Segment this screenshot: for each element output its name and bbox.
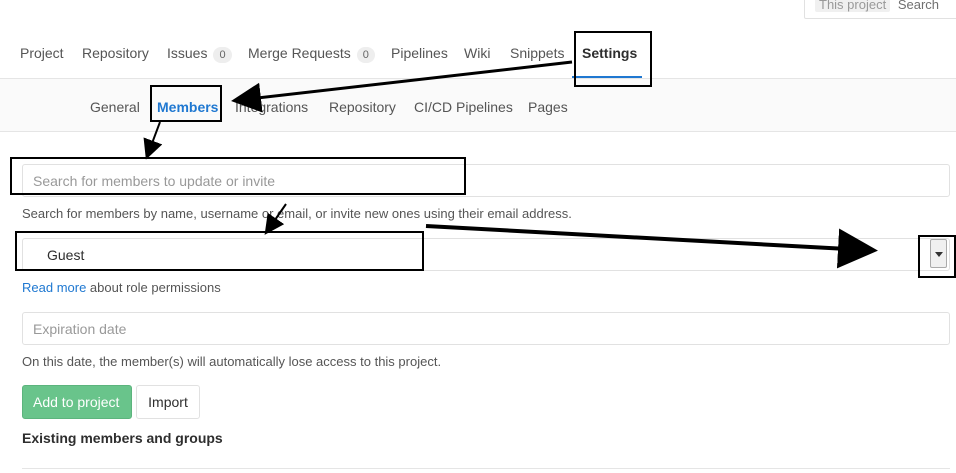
- add-to-project-button[interactable]: Add to project: [22, 385, 132, 419]
- member-search-help: Search for members by name, username or …: [22, 206, 572, 221]
- member-search-placeholder: Search for members to update or invite: [33, 173, 276, 189]
- subnav-item-repository[interactable]: Repository: [329, 99, 396, 115]
- member-search-input[interactable]: Search for members to update or invite: [22, 164, 950, 197]
- nav-item-wiki[interactable]: Wiki: [464, 45, 490, 61]
- subnav-item-pages[interactable]: Pages: [528, 99, 568, 115]
- project-nav: Project Repository Issues 0 Merge Request…: [0, 30, 956, 79]
- read-more-link[interactable]: Read more: [22, 280, 86, 295]
- import-button[interactable]: Import: [136, 385, 200, 419]
- role-permissions-help: Read more about role permissions: [22, 280, 221, 295]
- subnav-item-cicd-pipelines[interactable]: CI/CD Pipelines: [414, 99, 513, 115]
- nav-label: Merge Requests: [248, 45, 351, 61]
- nav-label: Settings: [582, 45, 638, 61]
- expiration-date-input[interactable]: Expiration date: [22, 312, 950, 345]
- nav-item-issues[interactable]: Issues 0: [167, 45, 232, 63]
- issues-count-badge: 0: [213, 47, 232, 63]
- nav-item-merge-requests[interactable]: Merge Requests 0: [248, 45, 375, 63]
- project-search-box[interactable]: This project Search: [804, 0, 956, 19]
- subnav-item-integrations[interactable]: Integrations: [235, 99, 308, 115]
- search-label: Search: [897, 0, 940, 12]
- subnav-item-general[interactable]: General: [90, 99, 140, 115]
- subnav-item-members[interactable]: Members: [157, 99, 218, 115]
- nav-item-project[interactable]: Project: [20, 45, 64, 61]
- merge-requests-count-badge: 0: [356, 47, 375, 63]
- read-more-suffix: about role permissions: [86, 280, 221, 295]
- settings-subnav: General Members Integrations Repository …: [0, 79, 956, 132]
- nav-item-repository[interactable]: Repository: [82, 45, 149, 61]
- nav-label: Snippets: [510, 45, 565, 61]
- role-select[interactable]: Guest: [22, 238, 950, 271]
- caret-down-icon: [935, 252, 943, 257]
- nav-label: Project: [20, 45, 64, 61]
- nav-label: Issues: [167, 45, 208, 61]
- existing-members-title: Existing members and groups: [22, 430, 223, 446]
- role-select-value: Guest: [47, 247, 85, 263]
- active-tab-underline: [572, 76, 642, 78]
- nav-item-pipelines[interactable]: Pipelines: [391, 45, 448, 61]
- members-list-top-border: [22, 468, 950, 469]
- role-select-dropdown-button[interactable]: [930, 239, 947, 268]
- expiration-date-placeholder: Expiration date: [33, 321, 127, 337]
- nav-label: Pipelines: [391, 45, 448, 61]
- top-bar: This project Search: [0, 0, 956, 20]
- nav-label: Wiki: [464, 45, 491, 61]
- search-scope-label: This project: [815, 0, 891, 12]
- nav-item-snippets[interactable]: Snippets: [510, 45, 564, 61]
- nav-item-settings[interactable]: Settings: [582, 45, 637, 61]
- nav-label: Repository: [82, 45, 149, 61]
- expiration-help: On this date, the member(s) will automat…: [22, 354, 442, 369]
